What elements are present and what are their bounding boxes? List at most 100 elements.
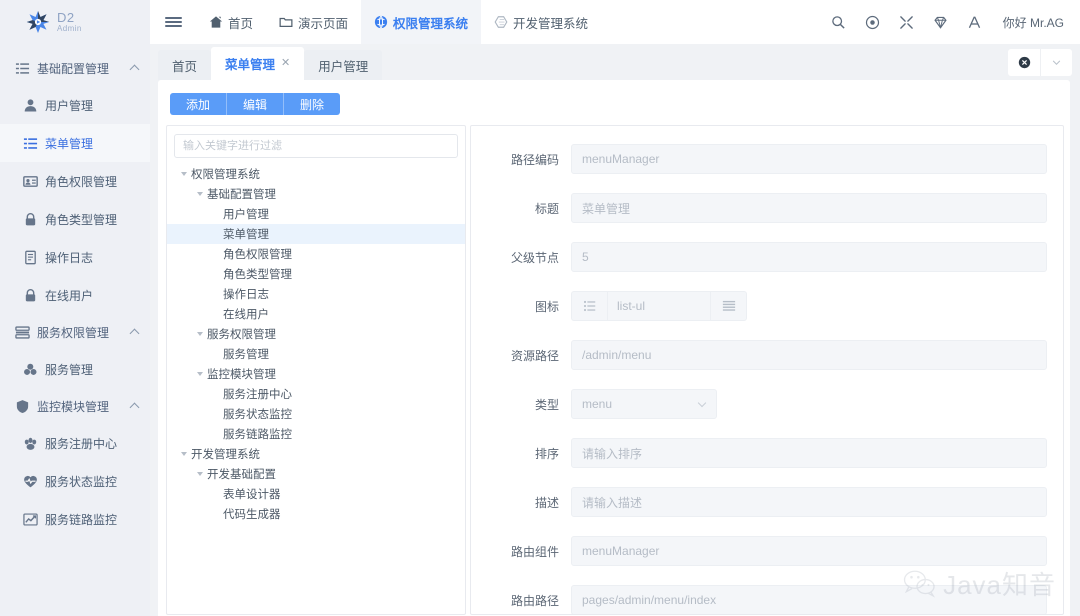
top-nav-label: 首页	[228, 13, 253, 32]
sidebar-item-1-0[interactable]: 服务管理	[0, 350, 150, 388]
target-icon[interactable]	[861, 10, 885, 34]
page-scrollbar[interactable]	[1074, 44, 1080, 616]
caret-down-icon[interactable]	[177, 452, 191, 456]
sidebar-item-0-0[interactable]: 用户管理	[0, 86, 150, 124]
caret-down-icon[interactable]	[193, 192, 207, 196]
tree-filter-input[interactable]	[174, 134, 458, 158]
sidebar-group-label: 基础配置管理	[37, 60, 109, 77]
tree-node-6[interactable]: 操作日志	[167, 284, 465, 304]
title-input[interactable]: 菜单管理	[571, 193, 1047, 223]
parent-node-input[interactable]: 5	[571, 242, 1047, 272]
tree-node-10[interactable]: 监控模块管理	[167, 364, 465, 384]
icon-picker-icon[interactable]	[711, 291, 747, 321]
resource-path-input[interactable]: /admin/menu	[571, 340, 1047, 370]
caret-down-icon[interactable]	[177, 172, 191, 176]
description-input[interactable]: 请输入描述	[571, 487, 1047, 517]
sort-value: 请输入排序	[582, 445, 642, 462]
caret-down-icon[interactable]	[193, 472, 207, 476]
sidebar-item-0-2[interactable]: 角色权限管理	[0, 162, 150, 200]
brand-sub: Admin	[57, 25, 82, 33]
top-nav-item-3[interactable]: 开发管理系统	[481, 0, 601, 44]
sidebar-group-0[interactable]: 基础配置管理	[0, 50, 150, 86]
menu-form: 路径编码menuManager标题菜单管理父级节点5图标list-ul资源路径/…	[471, 126, 1063, 615]
form-label-path-code: 路径编码	[471, 151, 571, 168]
caret-down-icon[interactable]	[193, 372, 207, 376]
tree-node-17[interactable]: 代码生成器	[167, 504, 465, 524]
form-row-type: 类型menu	[471, 389, 1047, 419]
top-nav-item-2[interactable]: 权限管理系统	[361, 0, 481, 44]
chevron-down-icon[interactable]	[1040, 49, 1072, 76]
tree-node-1[interactable]: 基础配置管理	[167, 184, 465, 204]
hamburger-icon[interactable]	[150, 0, 196, 44]
icon-value[interactable]: list-ul	[607, 291, 711, 321]
sidebar-group-2[interactable]: 监控模块管理	[0, 388, 150, 424]
top-nav-item-1[interactable]: 演示页面	[266, 0, 361, 44]
tree-node-3[interactable]: 菜单管理	[167, 224, 465, 244]
tree-node-5[interactable]: 角色类型管理	[167, 264, 465, 284]
caret-down-icon[interactable]	[193, 332, 207, 336]
parent-node-value: 5	[582, 250, 589, 264]
tree-node-9[interactable]: 服务管理	[167, 344, 465, 364]
route-component-input[interactable]: menuManager	[571, 536, 1047, 566]
brand-logo[interactable]: D2 Admin	[0, 0, 150, 44]
sidebar-item-0-4[interactable]: 操作日志	[0, 238, 150, 276]
tree-node-2[interactable]: 用户管理	[167, 204, 465, 224]
top-nav: 首页演示页面 权限管理系统开发管理系统	[196, 0, 601, 44]
tree-node-13[interactable]: 服务链路监控	[167, 424, 465, 444]
sidebar-item-0-5[interactable]: 在线用户	[0, 276, 150, 314]
edit-button[interactable]: 编辑	[226, 93, 283, 115]
sidebar-item-0-1[interactable]: 菜单管理	[0, 124, 150, 162]
tree-node-8[interactable]: 服务权限管理	[167, 324, 465, 344]
sort-input[interactable]: 请输入排序	[571, 438, 1047, 468]
shield-icon	[14, 398, 30, 414]
sidebar-item-label: 角色类型管理	[45, 211, 117, 228]
sidebar-item-label: 用户管理	[45, 97, 93, 114]
sidebar-item-label: 操作日志	[45, 249, 93, 266]
paw-icon	[23, 436, 38, 451]
form-row-route-component: 路由组件menuManager	[471, 536, 1047, 566]
tree-node-16[interactable]: 表单设计器	[167, 484, 465, 504]
route-path-input[interactable]: pages/admin/menu/index	[571, 585, 1047, 615]
sidebar-item-2-2[interactable]: 服务链路监控	[0, 500, 150, 538]
icon-group: list-ul	[571, 291, 747, 321]
font-size-icon[interactable]	[963, 10, 987, 34]
tab-0[interactable]: 首页	[158, 50, 211, 80]
type-select[interactable]: menu	[571, 389, 717, 419]
tree-node-14[interactable]: 开发管理系统	[167, 444, 465, 464]
tree-node-12[interactable]: 服务状态监控	[167, 404, 465, 424]
sidebar-item-0-3[interactable]: 角色类型管理	[0, 200, 150, 238]
fullscreen-icon[interactable]	[895, 10, 919, 34]
tab-1[interactable]: 菜单管理✕	[211, 47, 304, 80]
tree-node-0[interactable]: 权限管理系统	[167, 164, 465, 184]
top-nav-item-0[interactable]: 首页	[196, 0, 266, 44]
delete-button[interactable]: 删除	[283, 93, 340, 115]
tree-node-label: 在线用户	[223, 306, 269, 322]
sidebar-group-1[interactable]: 服务权限管理	[0, 314, 150, 350]
close-circle-icon[interactable]	[1008, 49, 1040, 76]
tab-label: 用户管理	[318, 56, 368, 75]
close-icon[interactable]: ✕	[281, 58, 290, 69]
search-icon[interactable]	[827, 10, 851, 34]
tree-node-11[interactable]: 服务注册中心	[167, 384, 465, 404]
tree-node-label: 代码生成器	[223, 506, 281, 522]
tree-node-label: 操作日志	[223, 286, 269, 302]
user-icon	[23, 98, 38, 113]
tab-2[interactable]: 用户管理	[304, 50, 382, 80]
tree-node-label: 服务管理	[223, 346, 269, 362]
tree-node-4[interactable]: 角色权限管理	[167, 244, 465, 264]
tree-node-label: 开发基础配置	[207, 466, 276, 482]
tree-node-15[interactable]: 开发基础配置	[167, 464, 465, 484]
user-greeting[interactable]: 你好 Mr.AG	[1003, 14, 1064, 31]
diamond-icon[interactable]	[929, 10, 953, 34]
sidebar-item-2-0[interactable]: 服务注册中心	[0, 424, 150, 462]
chevron-up-icon	[130, 63, 140, 73]
title-value: 菜单管理	[582, 200, 630, 217]
tree-node-7[interactable]: 在线用户	[167, 304, 465, 324]
sidebar-item-label: 在线用户	[45, 287, 93, 304]
list-ul-icon[interactable]	[571, 291, 607, 321]
path-code-input[interactable]: menuManager	[571, 144, 1047, 174]
menu-tree-panel: 权限管理系统基础配置管理用户管理菜单管理角色权限管理角色类型管理操作日志在线用户…	[166, 125, 466, 615]
add-button[interactable]: 添加	[170, 93, 226, 115]
top-nav-label: 权限管理系统	[393, 13, 468, 32]
sidebar-item-2-1[interactable]: 服务状态监控	[0, 462, 150, 500]
